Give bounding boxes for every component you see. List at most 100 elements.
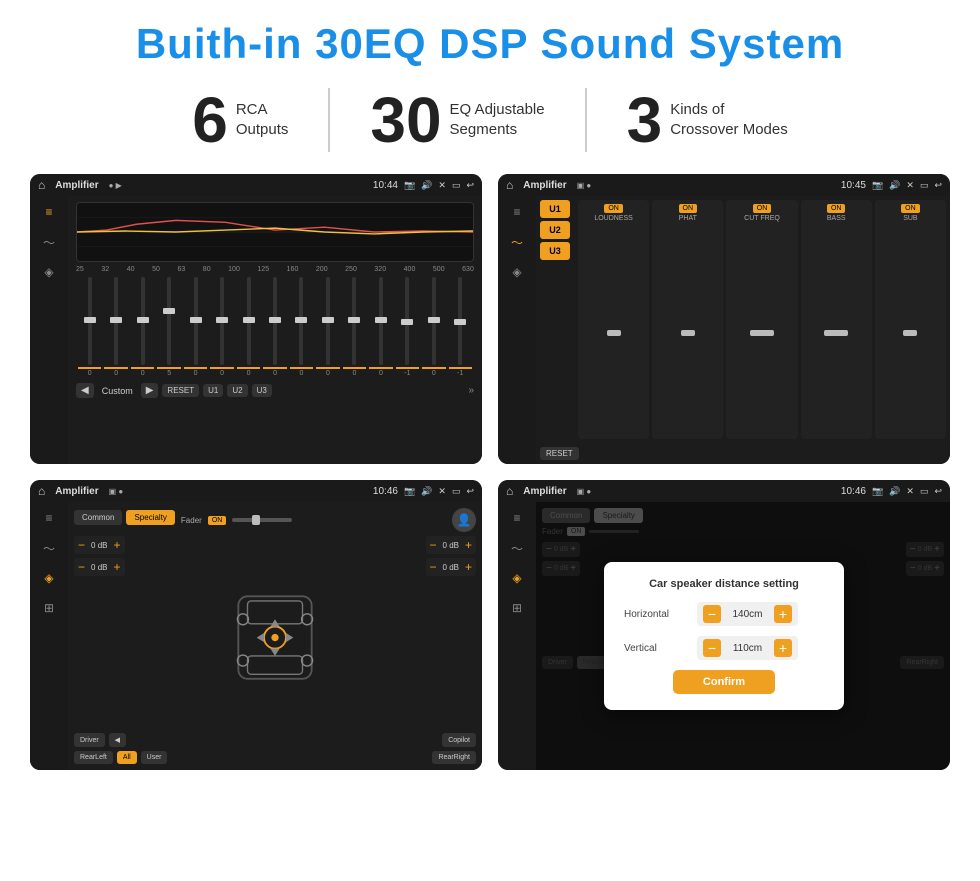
u2-button-1[interactable]: U2 <box>227 384 247 397</box>
cutfreq-label: CUT FREQ <box>744 215 780 222</box>
loudness-on[interactable]: ON <box>604 204 623 213</box>
eq-icon-4[interactable]: ≡ <box>505 508 529 528</box>
eq-slider-14[interactable]: -1 <box>449 277 472 377</box>
back-icon-4[interactable]: ↩ <box>934 486 942 497</box>
speaker-icon-3[interactable]: ◈ <box>37 568 61 588</box>
eq-slider-7[interactable]: 0 <box>263 277 286 377</box>
fader-on-btn[interactable]: ON <box>208 516 227 525</box>
copilot-btn[interactable]: Copilot <box>442 733 476 747</box>
back-icon-2[interactable]: ↩ <box>934 180 942 191</box>
next-preset-button[interactable]: ▶ <box>141 383 159 398</box>
home-icon-1[interactable]: ⌂ <box>38 178 45 192</box>
back-icon-3[interactable]: ↩ <box>466 486 474 497</box>
time-3: 10:46 <box>373 486 398 497</box>
speaker-icon-4[interactable]: ◈ <box>505 568 529 588</box>
speaker-icon-2[interactable]: ◈ <box>505 262 529 282</box>
db-row-2: − 0 dB + <box>426 536 477 554</box>
plus-0[interactable]: + <box>113 538 120 552</box>
sub-on[interactable]: ON <box>901 204 920 213</box>
vertical-value: 110cm <box>725 643 770 654</box>
plus-2[interactable]: + <box>465 538 472 552</box>
extra-icon-4[interactable]: ⊞ <box>505 598 529 618</box>
speaker-icon[interactable]: ◈ <box>37 262 61 282</box>
close-icon-1[interactable]: ✕ <box>438 180 446 191</box>
eq-slider-2[interactable]: 0 <box>131 277 154 377</box>
vertical-ctrl: − 110cm + <box>697 636 798 660</box>
eq-slider-5[interactable]: 0 <box>210 277 233 377</box>
plus-1[interactable]: + <box>113 560 120 574</box>
minus-2[interactable]: − <box>430 538 437 552</box>
close-icon-2[interactable]: ✕ <box>906 180 914 191</box>
eq-slider-10[interactable]: 0 <box>343 277 366 377</box>
extra-icon-3[interactable]: ⊞ <box>37 598 61 618</box>
window-icon-4[interactable]: ▭ <box>920 486 929 497</box>
back-icon-1[interactable]: ↩ <box>466 180 474 191</box>
profile-icon[interactable]: 👤 <box>452 508 476 532</box>
fader-slider[interactable] <box>232 518 292 522</box>
close-icon-4[interactable]: ✕ <box>906 486 914 497</box>
rearleft-btn[interactable]: RearLeft <box>74 751 113 764</box>
vertical-plus[interactable]: + <box>774 639 792 657</box>
eq-slider-13[interactable]: 0 <box>422 277 445 377</box>
vertical-label: Vertical <box>624 643 689 654</box>
user-btn[interactable]: User <box>141 751 168 764</box>
dots-4: ▣ ● <box>577 487 592 496</box>
screens-grid: ⌂ Amplifier ● ▶ 10:44 📷 🔊 ✕ ▭ ↩ ≡ 〜 ◈ <box>30 174 950 770</box>
u2-btn[interactable]: U2 <box>540 221 570 239</box>
driver-btn[interactable]: Driver <box>74 733 105 747</box>
left-controls-bg: − 0 dB + − 0 dB + <box>542 542 580 652</box>
sc1-sidebar: ≡ 〜 ◈ <box>30 196 68 464</box>
stats-row: 6 RCAOutputs 30 EQ AdjustableSegments 3 … <box>30 88 950 152</box>
eq-icon[interactable]: ≡ <box>37 202 61 222</box>
plus-3[interactable]: + <box>465 560 472 574</box>
eq-slider-8[interactable]: 0 <box>290 277 313 377</box>
home-icon-3[interactable]: ⌂ <box>38 484 45 498</box>
u1-button-1[interactable]: U1 <box>203 384 223 397</box>
cutfreq-on[interactable]: ON <box>753 204 772 213</box>
cam-icon-1: 📷 <box>404 180 415 191</box>
eq-icon-3[interactable]: ≡ <box>37 508 61 528</box>
wave-icon-2[interactable]: 〜 <box>505 232 529 252</box>
window-icon-1[interactable]: ▭ <box>452 180 461 191</box>
minus-1[interactable]: − <box>78 560 85 574</box>
eq-slider-3[interactable]: 5 <box>157 277 180 377</box>
window-icon-3[interactable]: ▭ <box>452 486 461 497</box>
more-icon-1[interactable]: » <box>468 385 474 396</box>
all-btn[interactable]: All <box>117 751 137 764</box>
eq-slider-11[interactable]: 0 <box>369 277 392 377</box>
minus-0[interactable]: − <box>78 538 85 552</box>
cam-icon-2: 📷 <box>872 180 883 191</box>
reset-button-2[interactable]: RESET <box>540 447 579 460</box>
left-arrow-btn[interactable]: ◀ <box>109 733 126 747</box>
wave-icon[interactable]: 〜 <box>37 232 61 252</box>
tab-specialty[interactable]: Specialty <box>126 510 174 525</box>
sc3-right-controls: − 0 dB + − 0 dB + <box>426 536 477 729</box>
window-icon-2[interactable]: ▭ <box>920 180 929 191</box>
eq-icon-2[interactable]: ≡ <box>505 202 529 222</box>
eq-slider-4[interactable]: 0 <box>184 277 207 377</box>
u1-btn[interactable]: U1 <box>540 200 570 218</box>
phat-on[interactable]: ON <box>679 204 698 213</box>
eq-slider-9[interactable]: 0 <box>316 277 339 377</box>
horizontal-plus[interactable]: + <box>774 605 792 623</box>
home-icon-4[interactable]: ⌂ <box>506 484 513 498</box>
eq-slider-12[interactable]: -1 <box>396 277 419 377</box>
eq-slider-0[interactable]: 0 <box>78 277 101 377</box>
wave-icon-3[interactable]: 〜 <box>37 538 61 558</box>
home-icon-2[interactable]: ⌂ <box>506 178 513 192</box>
u3-btn[interactable]: U3 <box>540 242 570 260</box>
close-icon-3[interactable]: ✕ <box>438 486 446 497</box>
rearright-btn[interactable]: RearRight <box>432 751 476 764</box>
horizontal-minus[interactable]: − <box>703 605 721 623</box>
bass-on[interactable]: ON <box>827 204 846 213</box>
vertical-minus[interactable]: − <box>703 639 721 657</box>
eq-slider-1[interactable]: 0 <box>104 277 127 377</box>
confirm-button[interactable]: Confirm <box>673 670 775 694</box>
prev-preset-button[interactable]: ◀ <box>76 383 94 398</box>
eq-slider-6[interactable]: 0 <box>237 277 260 377</box>
minus-3[interactable]: − <box>430 560 437 574</box>
wave-icon-4[interactable]: 〜 <box>505 538 529 558</box>
u3-button-1[interactable]: U3 <box>252 384 272 397</box>
reset-button-1[interactable]: RESET <box>162 384 199 397</box>
tab-common[interactable]: Common <box>74 510 122 525</box>
